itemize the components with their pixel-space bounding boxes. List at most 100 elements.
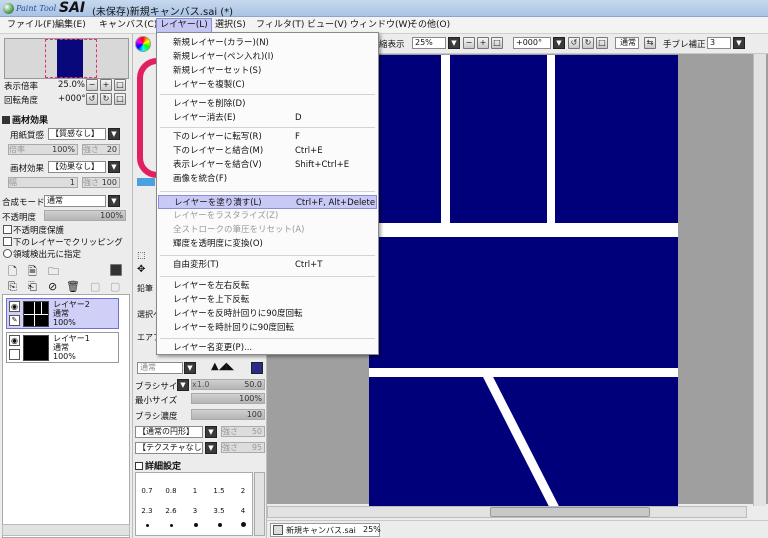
rotation-dropdown[interactable]: ▼ xyxy=(553,37,565,49)
stabilizer-field[interactable]: 3 xyxy=(707,37,731,49)
brush-size-dropdown[interactable]: ▼ xyxy=(177,379,189,391)
menu-window[interactable]: ウィンドウ(W) xyxy=(347,19,414,32)
menu-item-delete-layer[interactable]: レイヤーを削除(D) xyxy=(158,97,377,111)
color-wheel-icon[interactable] xyxy=(135,36,151,52)
brush-mode-dropdown[interactable]: ▼ xyxy=(184,362,196,374)
menu-canvas[interactable]: キャンバス(C) xyxy=(96,19,160,32)
paper-select[interactable]: 【質感なし】 xyxy=(48,128,106,140)
layer-mask-icon[interactable]: ▢ xyxy=(90,280,100,293)
texture-dropdown[interactable]: ▼ xyxy=(205,442,217,454)
selection-source-radio[interactable] xyxy=(3,249,12,258)
zoom-in-button[interactable]: + xyxy=(100,79,112,91)
menu-item-merge-down[interactable]: 下のレイヤーと結合(M) Ctrl+E xyxy=(158,144,377,158)
effect-dropdown-button[interactable]: ▼ xyxy=(108,161,120,173)
select-tool-icon[interactable]: ⬚ xyxy=(137,251,146,261)
zoom-dropdown[interactable]: ▼ xyxy=(448,37,460,49)
menu-item-reset-pressure[interactable]: 全ストロークの筆圧をリセット(A) xyxy=(158,223,377,237)
menu-item-free-transform[interactable]: 自由変形(T) Ctrl+T xyxy=(158,258,377,272)
pencil-tool-label[interactable]: 鉛筆 xyxy=(137,283,153,294)
rotate-reset-button[interactable]: □ xyxy=(114,93,126,105)
menu-item-new-layer-set[interactable]: 新規レイヤーセット(S) xyxy=(158,64,377,78)
move-tool-icon[interactable]: ✥ xyxy=(137,264,145,275)
toolbar-zoom-reset-button[interactable]: □ xyxy=(491,37,503,49)
menu-item-rename-layer[interactable]: レイヤー名変更(P)... xyxy=(158,341,377,355)
apply-mask-icon[interactable]: ▢ xyxy=(110,280,120,293)
brush-edge-icons[interactable]: ▲◢◣ xyxy=(211,361,234,372)
menu-item-new-pen-layer[interactable]: 新規レイヤー(ペン入れ)(I) xyxy=(158,50,377,64)
shape-strength-slider[interactable]: 強さ 50 xyxy=(221,426,265,437)
menu-edit[interactable]: 編集(E) xyxy=(52,19,89,32)
brush-size-presets[interactable]: 0.7 0.8 1 1.5 2 2.3 2.6 3 3.5 4 xyxy=(135,472,253,536)
layer-panel-menu-icon[interactable] xyxy=(110,264,122,276)
opacity-slider[interactable]: 100% xyxy=(44,210,126,221)
brush-mode-select[interactable]: 通常 xyxy=(137,362,183,374)
paper-strength-slider[interactable]: 強さ 20 xyxy=(82,144,120,155)
toolbar-zoom-in-button[interactable]: + xyxy=(477,37,489,49)
canvas[interactable] xyxy=(369,55,678,506)
effect-width-slider[interactable]: 幅1 xyxy=(8,177,78,188)
paper-scale-slider[interactable]: 倍率 100% xyxy=(8,144,78,155)
density-slider[interactable]: 100 xyxy=(191,409,265,420)
effect-select[interactable]: 【効果なし】 xyxy=(48,161,106,173)
menu-item-rasterize-layer[interactable]: レイヤーをラスタライズ(Z) xyxy=(158,209,377,223)
menu-item-flip-horizontal[interactable]: レイヤーを左右反転 xyxy=(158,279,377,293)
edit-pen-icon[interactable]: ✎ xyxy=(9,315,20,326)
rotation-field[interactable]: +000° xyxy=(513,37,551,49)
zoom-out-button[interactable]: − xyxy=(86,79,98,91)
min-size-slider[interactable]: 100% xyxy=(191,393,265,404)
brush-shape-dropdown[interactable]: ▼ xyxy=(205,426,217,438)
menu-layer[interactable]: レイヤー(L) xyxy=(156,18,212,33)
effect-strength-slider[interactable]: 強さ 100 xyxy=(82,177,120,188)
rotate-right-button[interactable]: ↻ xyxy=(100,93,112,105)
document-tab[interactable]: 新規キャンバス.sai 25% xyxy=(270,523,381,537)
left-scrollbar[interactable] xyxy=(2,524,130,536)
visibility-eye-icon[interactable]: ◉ xyxy=(9,301,20,312)
menu-item-merge-visible[interactable]: 表示レイヤーを結合(V) Shift+Ctrl+E xyxy=(158,158,377,172)
layer-item-2[interactable]: ◉ ✎ レイヤー2 通常 100% xyxy=(6,298,119,329)
brush-edge-hard-icon[interactable] xyxy=(251,362,263,374)
rotate-left-button[interactable]: ↺ xyxy=(86,93,98,105)
menu-item-duplicate-layer[interactable]: レイヤーを複製(C) xyxy=(158,78,377,92)
menu-item-luminance-to-transparency[interactable]: 輝度を透明度に変換(O) xyxy=(158,237,377,251)
rotate-reset-button[interactable]: □ xyxy=(596,37,608,49)
menu-filter[interactable]: フィルタ(T) xyxy=(253,19,307,32)
texture-select[interactable]: 【テクスチャなし】 xyxy=(135,442,203,454)
merge-down-icon[interactable]: ⎗ xyxy=(28,280,37,294)
rotate-ccw-button[interactable]: ↺ xyxy=(568,37,580,49)
menu-file[interactable]: ファイル(F) xyxy=(4,19,58,32)
swatch[interactable] xyxy=(137,178,155,186)
transfer-down-icon[interactable]: ⎘ xyxy=(8,280,17,294)
zoom-field[interactable]: 25% xyxy=(412,37,446,49)
menu-item-rotate-cw-90[interactable]: レイヤーを時計回りに90度回転 xyxy=(158,321,377,335)
rotate-cw-button[interactable]: ↻ xyxy=(582,37,594,49)
menu-select[interactable]: 選択(S) xyxy=(212,19,249,32)
horizontal-scroll-thumb[interactable] xyxy=(490,507,650,517)
presets-scrollbar[interactable] xyxy=(254,472,265,536)
menu-item-transfer-down[interactable]: 下のレイヤーに転写(R) F xyxy=(158,130,377,144)
delete-layer-icon[interactable]: 🗑 xyxy=(66,280,80,293)
toolbar-zoom-out-button[interactable]: − xyxy=(463,37,475,49)
blend-dropdown-button[interactable]: ▼ xyxy=(108,195,120,207)
flip-view-button[interactable]: ⇆ xyxy=(644,37,656,49)
stabilizer-dropdown[interactable]: ▼ xyxy=(733,37,745,49)
layer-item-1[interactable]: ◉ レイヤー1 通常 100% xyxy=(6,332,119,363)
preserve-opacity-checkbox[interactable] xyxy=(3,225,12,234)
menu-item-fill-layer[interactable]: レイヤーを塗り潰す(L) Ctrl+F, Alt+Delete xyxy=(158,195,377,209)
brush-size-slider[interactable]: x1.0 50.0 xyxy=(191,379,265,390)
menu-item-new-color-layer[interactable]: 新規レイヤー(カラー)(N) xyxy=(158,36,377,50)
menu-item-flatten-image[interactable]: 画像を統合(F) xyxy=(158,172,377,186)
clipping-checkbox[interactable] xyxy=(3,237,12,246)
menu-item-flip-vertical[interactable]: レイヤーを上下反転 xyxy=(158,293,377,307)
brush-shape-select[interactable]: 【通常の円形】 xyxy=(135,426,203,438)
color-wheel[interactable] xyxy=(137,58,157,178)
vertical-scrollbar[interactable] xyxy=(753,54,766,506)
clear-layer-icon[interactable]: ⊘ xyxy=(48,280,57,293)
navigator-thumbnail[interactable] xyxy=(4,38,129,79)
edit-pen-icon[interactable] xyxy=(9,349,20,360)
view-mode-field[interactable]: 通常 xyxy=(615,37,639,49)
menu-view[interactable]: ビュー(V) xyxy=(304,19,350,32)
menu-item-rotate-ccw-90[interactable]: レイヤーを反時計回りに90度回転 xyxy=(158,307,377,321)
visibility-eye-icon[interactable]: ◉ xyxy=(9,335,20,346)
texture-strength-slider[interactable]: 強さ 95 xyxy=(221,442,265,453)
menu-other[interactable]: その他(O) xyxy=(406,19,453,32)
